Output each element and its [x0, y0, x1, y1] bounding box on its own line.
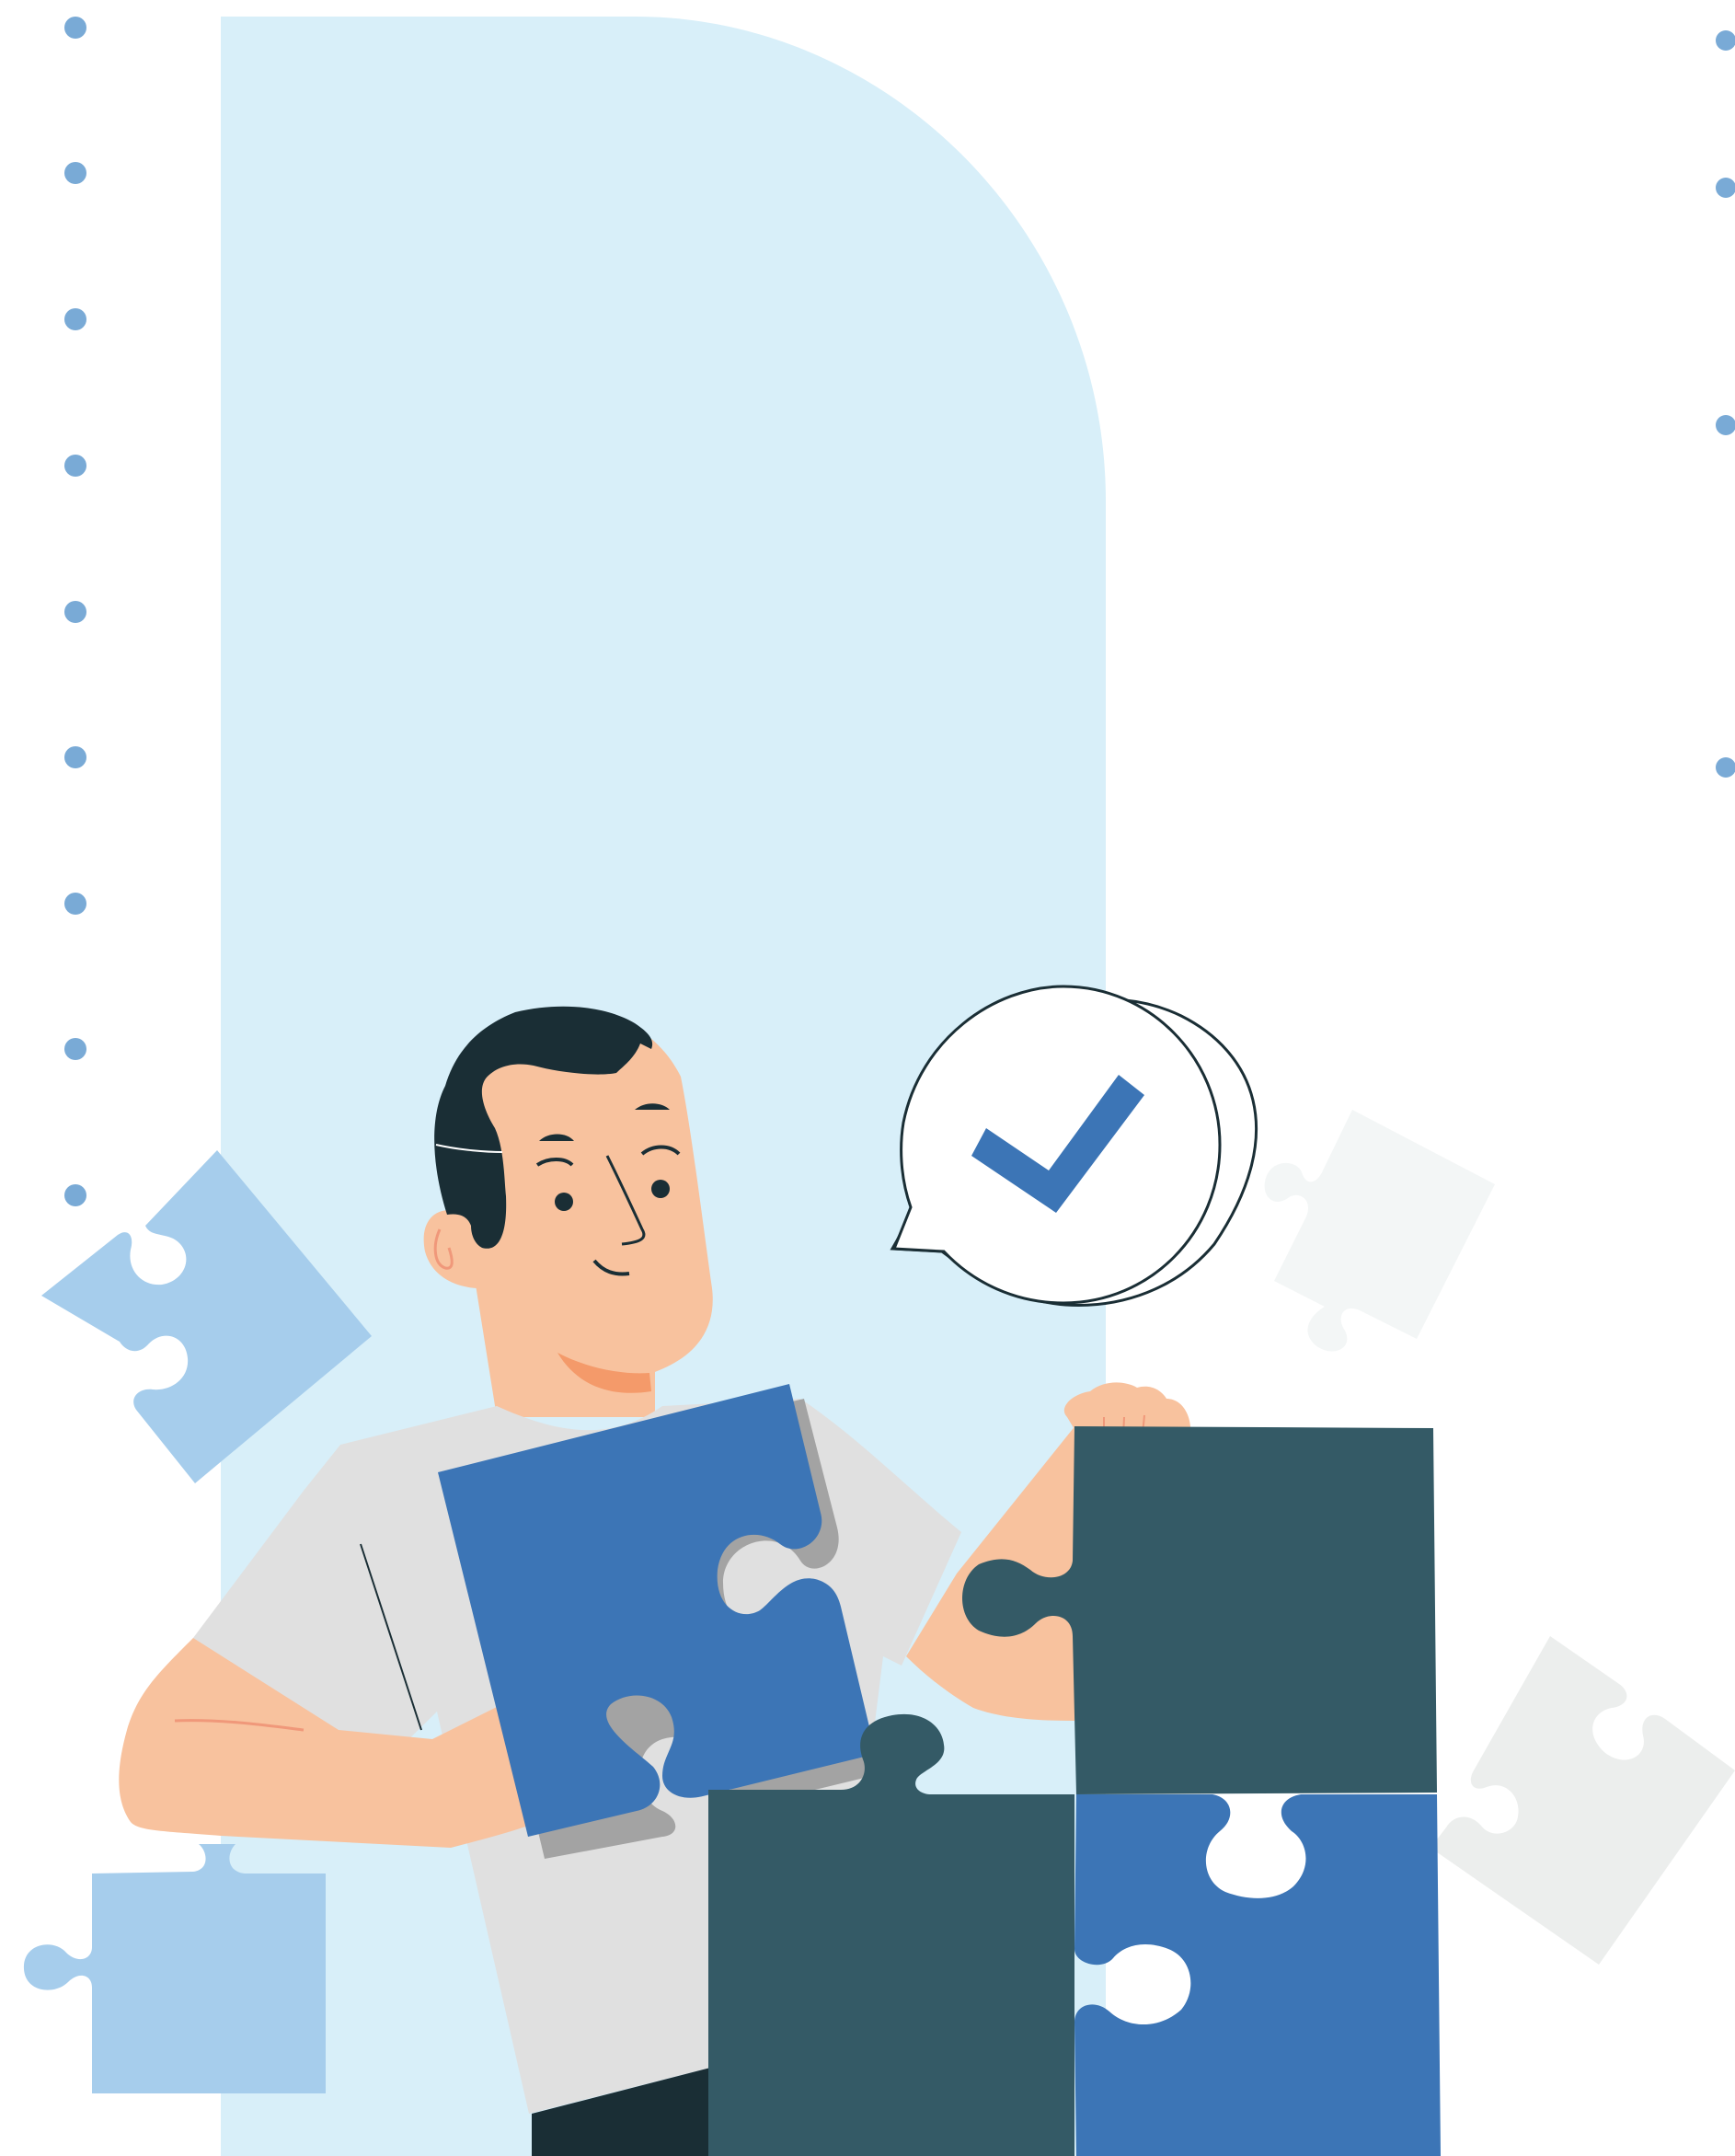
decor-dot [64, 601, 86, 623]
decor-dot [64, 308, 86, 330]
decor-dot [64, 17, 86, 39]
illustration-canvas [23, 17, 1735, 2156]
left-dot-column [64, 17, 86, 1206]
person-eye [651, 1180, 670, 1198]
decor-dot [64, 1184, 86, 1206]
decor-dot [1716, 415, 1735, 435]
decor-dot [1716, 30, 1735, 51]
right-dot-column [1716, 30, 1735, 778]
assembled-puzzle-piece-blue-icon [1074, 1794, 1441, 2156]
decor-dot [64, 162, 86, 184]
decor-dot [64, 893, 86, 915]
decor-dot [64, 746, 86, 768]
floating-puzzle-piece-icon [1431, 1636, 1735, 1965]
decor-dot [1716, 178, 1735, 198]
floating-puzzle-piece-icon [23, 1844, 326, 2093]
person-eye [555, 1193, 573, 1211]
floating-puzzle-piece-icon [1264, 1110, 1495, 1352]
decor-dot [1716, 757, 1735, 778]
decor-dot [64, 455, 86, 477]
decor-dot [64, 1038, 86, 1060]
